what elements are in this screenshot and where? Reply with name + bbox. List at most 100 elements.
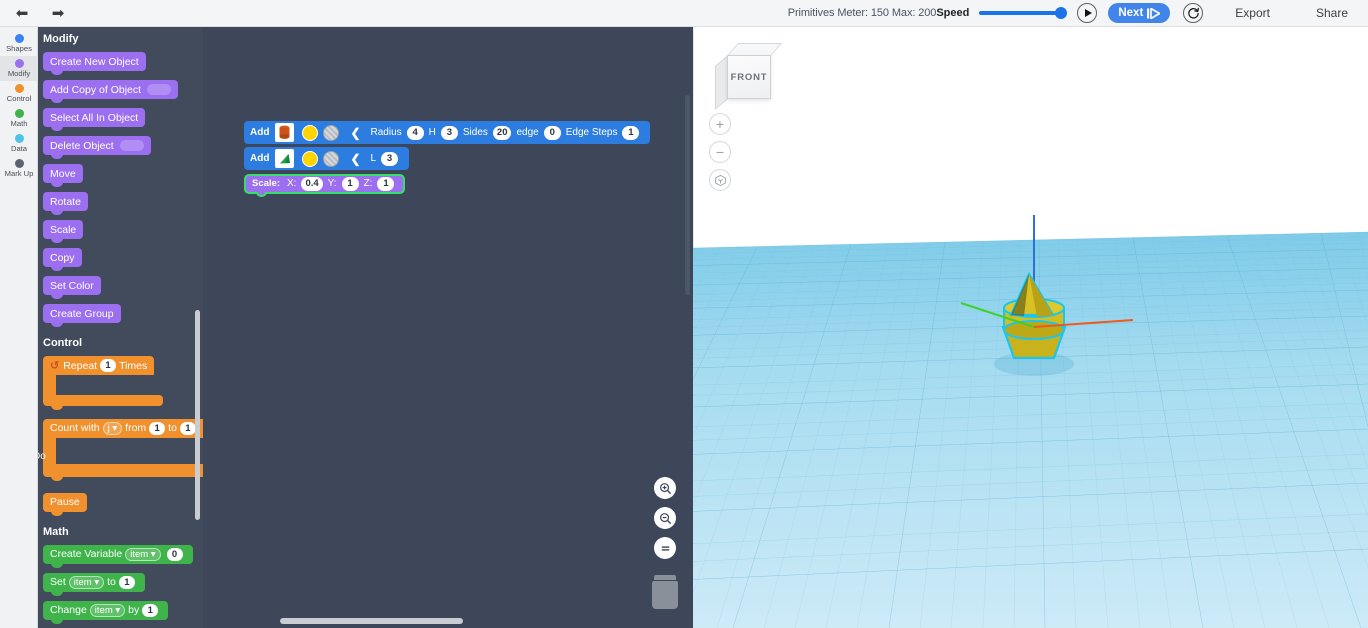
sidebar-item-math[interactable]: Math <box>0 106 38 131</box>
field-input-z[interactable]: 1 <box>377 176 395 191</box>
palette-block-move[interactable]: Move <box>43 164 83 187</box>
repeat-count-input[interactable]: 1 <box>100 359 117 372</box>
add-cone-block-row: Add ❮ L 3 <box>244 147 650 170</box>
palette-block-delete-object[interactable]: Delete Object <box>43 136 151 159</box>
set-value-input[interactable]: 1 <box>118 575 135 589</box>
app-root: ⬅ ➡ Primitives Meter: 150 Max: 200 Speed… <box>0 0 1368 628</box>
viewport-zoom-in-icon[interactable]: + <box>709 113 731 135</box>
field-input-h[interactable]: 3 <box>440 125 458 140</box>
sidebar-item-label: Modify <box>7 69 31 78</box>
top-toolbar-right: Primitives Meter: 150 Max: 200 Speed Nex… <box>788 0 1368 27</box>
palette-block-change[interactable]: Change item ▾ by 1 <box>43 600 169 624</box>
view-orientation-cube[interactable]: FRONT <box>715 43 782 110</box>
count-with-variable-dropdown[interactable]: j ▾ <box>102 421 123 435</box>
block-label: Create New Object <box>50 55 139 68</box>
collapse-chevron-icon[interactable]: ❮ <box>350 152 360 166</box>
zoom-out-icon[interactable] <box>654 507 676 529</box>
collapse-chevron-icon[interactable]: ❮ <box>350 126 360 140</box>
create-variable-dropdown[interactable]: item ▾ <box>125 547 161 561</box>
reset-button[interactable] <box>1183 3 1204 23</box>
palette-block-create-new-object[interactable]: Create New Object <box>43 52 146 75</box>
create-variable-value-input[interactable]: 0 <box>166 547 183 561</box>
add-cone-block[interactable]: Add ❮ L 3 <box>244 147 410 170</box>
change-value-input[interactable]: 1 <box>142 603 159 617</box>
palette-block-select-all-in-object[interactable]: Select All In Object <box>43 108 146 131</box>
block-label: Scale <box>50 223 77 236</box>
zoom-in-icon[interactable] <box>654 477 676 499</box>
viewport-fit-to-view-icon[interactable] <box>709 169 731 191</box>
play-button[interactable] <box>1077 3 1098 23</box>
markup-dot-icon <box>14 159 24 168</box>
field-input-y[interactable]: 1 <box>341 176 359 191</box>
undo-arrow-icon[interactable]: ⬅ <box>12 3 32 23</box>
workspace-vertical-scrollbar[interactable] <box>685 95 690 295</box>
count-with-to-input[interactable]: 1 <box>179 421 196 435</box>
field-input-l[interactable]: 3 <box>381 151 399 166</box>
build-plate-grid <box>693 231 1368 628</box>
count-with-block-head[interactable]: Count with j ▾ from 1 to 1 <box>43 418 203 438</box>
sidebar-item-markup[interactable]: Mark Up <box>0 156 38 181</box>
palette-block-rotate[interactable]: Rotate <box>43 192 88 215</box>
palette-block-add-copy-of-object[interactable]: Add Copy of Object <box>43 80 179 103</box>
palette-block-set[interactable]: Set item ▾ to 1 <box>43 572 145 596</box>
palette-block-repeat[interactable]: ↺ Repeat 1 Times <box>43 356 203 410</box>
change-variable-dropdown[interactable]: item ▾ <box>89 603 126 617</box>
palette-block-create-variable[interactable]: Create Variable item ▾ 0 <box>43 544 193 568</box>
sidebar-item-modify[interactable]: Modify <box>0 56 38 81</box>
count-with-variable-label: j <box>107 422 110 434</box>
next-button[interactable]: Next <box>1108 3 1171 23</box>
center-blocks-icon[interactable] <box>654 537 676 559</box>
reset-icon <box>1188 7 1199 19</box>
palette-scrollbar[interactable] <box>195 310 200 520</box>
scale-block-notch <box>256 191 267 197</box>
viewport-zoom-out-icon[interactable]: − <box>709 141 731 163</box>
palette-block-copy[interactable]: Copy <box>43 248 82 271</box>
sidebar-item-data[interactable]: Data <box>0 131 38 156</box>
field-input-edge-steps[interactable]: 1 <box>622 125 640 140</box>
repeat-block-head[interactable]: ↺ Repeat 1 Times <box>43 356 155 375</box>
field-input-sides[interactable]: 20 <box>492 125 512 140</box>
export-button[interactable]: Export <box>1221 3 1284 23</box>
3d-viewport[interactable]: FRONT + − <box>693 27 1368 628</box>
speed-slider[interactable] <box>979 4 1068 22</box>
color-swatch-yellow[interactable] <box>302 124 319 141</box>
color-swatch-yellow[interactable] <box>302 150 319 167</box>
field-label-z: Z: <box>363 178 373 189</box>
palette-block-scale[interactable]: Scale <box>43 220 84 243</box>
create-variable-name: item <box>130 548 149 560</box>
block-workspace[interactable]: Add ❮ Radius 4 H 3 Sides 20 edge 0 Edge … <box>203 27 693 628</box>
scale-block-selected[interactable]: Scale: X: 0.4 Y: 1 Z: 1 <box>244 173 406 197</box>
change-label: Change <box>50 604 87 616</box>
viewcube-front-face[interactable]: FRONT <box>727 55 771 99</box>
count-with-from-input[interactable]: 1 <box>149 421 166 435</box>
set-variable-name: item <box>73 576 92 588</box>
next-button-label: Next <box>1118 7 1144 19</box>
sidebar-item-control[interactable]: Control <box>0 81 38 106</box>
add-cylinder-block[interactable]: Add ❮ Radius 4 H 3 Sides 20 edge 0 Edge … <box>244 121 651 144</box>
palette-block-count-with[interactable]: Count with j ▾ from 1 to 1 Do <box>38 418 203 481</box>
palette-block-create-group[interactable]: Create Group <box>43 304 121 327</box>
field-input-radius[interactable]: 4 <box>406 125 424 140</box>
cone-shape-icon[interactable] <box>275 149 295 168</box>
cylinder-shape-icon[interactable] <box>275 123 295 142</box>
palette-block-set-color[interactable]: Set Color <box>43 276 101 299</box>
field-label-radius: Radius <box>370 127 402 138</box>
block-label: Move <box>50 167 76 180</box>
share-button[interactable]: Share <box>1301 3 1362 23</box>
repeat-block-foot <box>43 395 163 410</box>
speed-label: Speed <box>936 7 970 19</box>
field-input-x[interactable]: 0.4 <box>301 176 323 191</box>
set-variable-dropdown[interactable]: item ▾ <box>68 575 105 589</box>
color-swatch-transparent[interactable] <box>323 124 340 141</box>
sidebar-item-shapes[interactable]: Shapes <box>0 31 38 56</box>
speed-slider-thumb[interactable] <box>1055 7 1068 19</box>
color-swatch-transparent[interactable] <box>323 150 340 167</box>
palette-block-pause[interactable]: Pause <box>43 492 87 516</box>
redo-arrow-icon[interactable]: ➡ <box>48 3 68 23</box>
workspace-horizontal-scrollbar[interactable] <box>280 618 463 624</box>
history-nav: ⬅ ➡ <box>0 3 68 23</box>
trash-icon[interactable] <box>651 575 679 609</box>
scale-block-row: Scale: X: 0.4 Y: 1 Z: 1 <box>244 173 650 197</box>
field-input-edge[interactable]: 0 <box>543 125 561 140</box>
repeat-block-body <box>43 375 203 395</box>
